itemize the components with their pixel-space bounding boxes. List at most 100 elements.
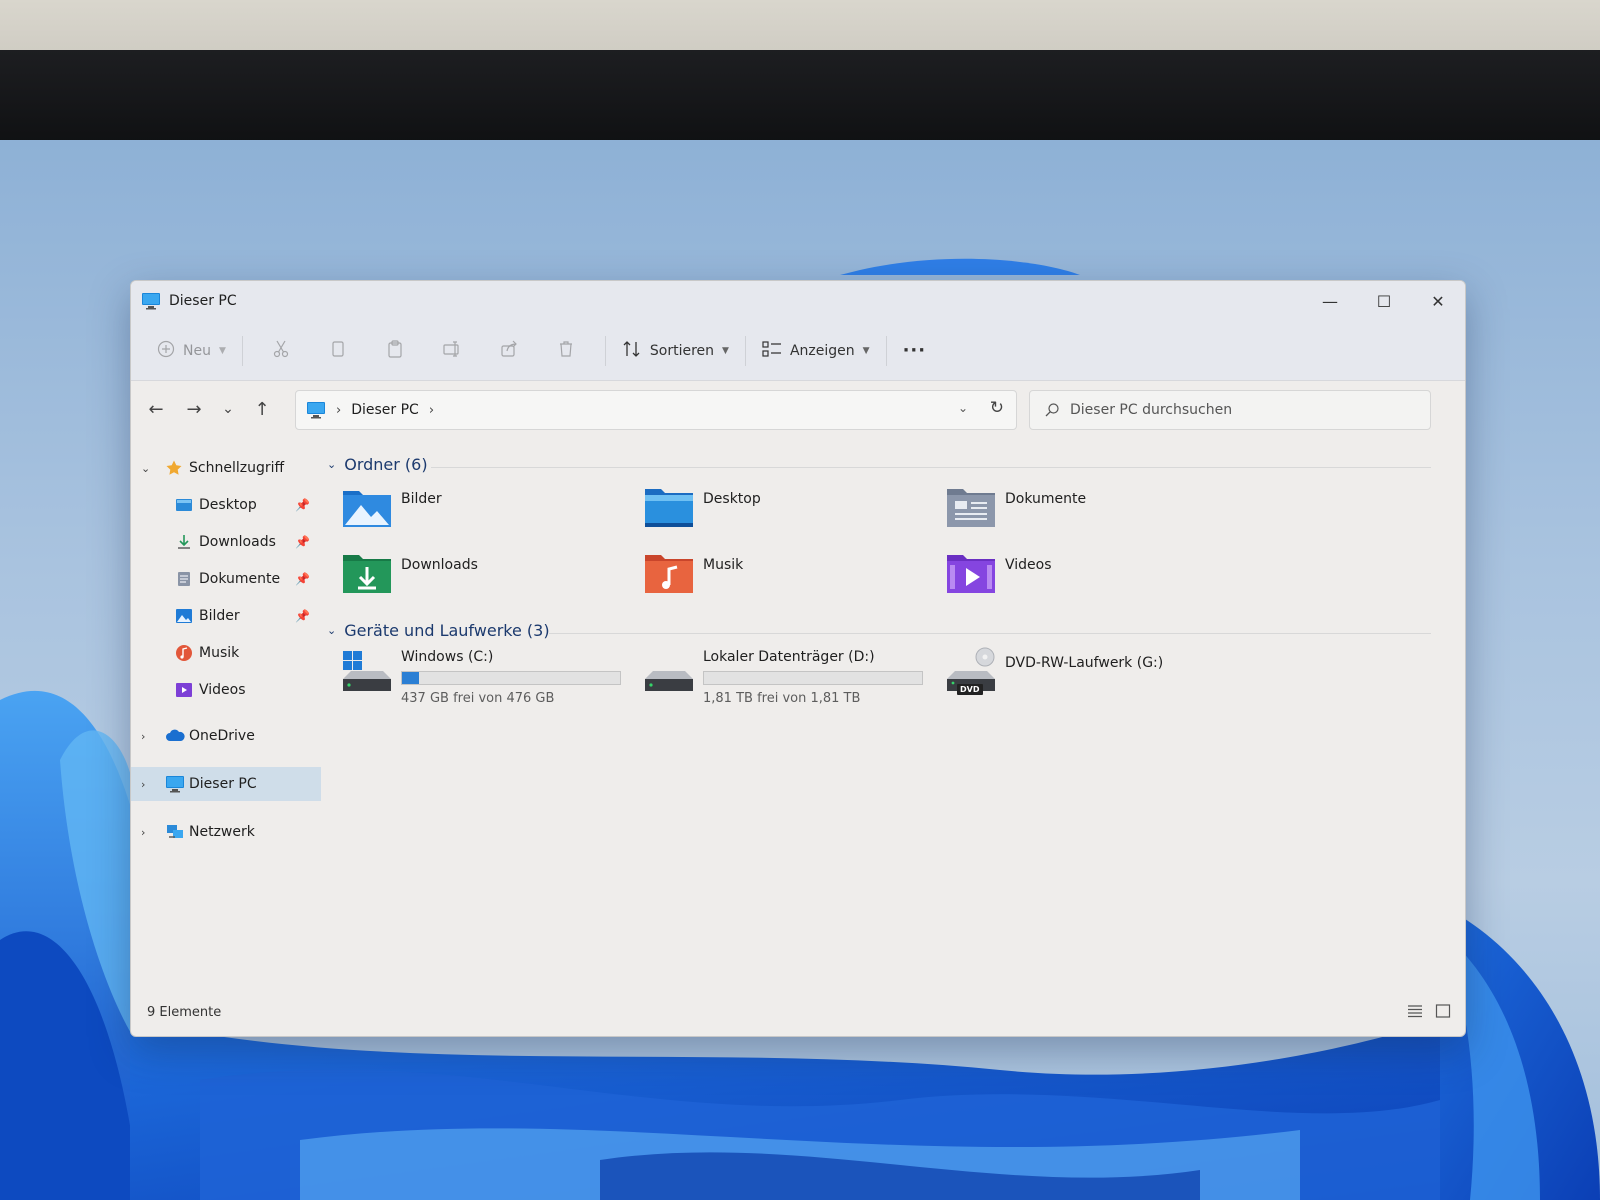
sidebar-item-downloads[interactable]: Downloads 📌 <box>131 525 321 559</box>
paste-button[interactable] <box>367 333 424 369</box>
drive-tile-d[interactable]: Lokaler Datenträger (D:) 1,81 TB frei vo… <box>643 647 939 717</box>
divider <box>744 335 746 366</box>
chevron-down-icon[interactable]: ⌄ <box>141 462 150 475</box>
up-button[interactable]: ↑ <box>243 391 281 427</box>
chevron-down-icon: ⌄ <box>327 624 337 637</box>
this-pc-icon <box>165 775 184 793</box>
folder-tile-music[interactable]: Musik <box>643 551 939 613</box>
document-icon <box>175 570 193 588</box>
drive-tile-g[interactable]: DVD DVD-RW-Laufwerk (G:) <box>945 647 1241 717</box>
sidebar-item-desktop[interactable]: Desktop 📌 <box>131 488 321 522</box>
drive-name: DVD-RW-Laufwerk (G:) <box>1005 655 1164 671</box>
recent-locations-button[interactable]: ⌄ <box>213 391 243 427</box>
divider <box>885 335 887 366</box>
cut-button[interactable] <box>253 333 310 369</box>
sidebar-item-music[interactable]: Musik <box>131 636 321 670</box>
close-button[interactable]: ✕ <box>1411 281 1465 321</box>
sidebar-item-network[interactable]: › Netzwerk <box>131 815 321 849</box>
search-icon <box>1044 402 1060 418</box>
divider <box>604 335 606 366</box>
explorer-window: Dieser PC — ☐ ✕ Neu ▼ Sortieren ▼ Anzeig… <box>130 280 1466 1037</box>
share-icon <box>499 339 519 363</box>
folder-tile-desktop[interactable]: Desktop <box>643 485 939 547</box>
address-history-dropdown-icon[interactable]: ⌄ <box>958 401 968 415</box>
divider <box>241 335 243 366</box>
this-pc-icon <box>306 401 326 419</box>
delete-button[interactable] <box>538 333 595 369</box>
view-button[interactable]: Anzeigen ▼ <box>756 333 876 369</box>
system-drive-icon <box>341 647 393 697</box>
pin-icon: 📌 <box>295 535 310 549</box>
folders-group-header[interactable]: ⌄ Ordner (6) <box>327 455 428 474</box>
folder-name: Bilder <box>401 491 442 507</box>
chevron-right-icon[interactable]: › <box>141 778 145 791</box>
share-button[interactable] <box>481 333 538 369</box>
tiles-view-icon[interactable] <box>1435 1003 1451 1019</box>
chevron-right-icon[interactable]: › <box>141 730 145 743</box>
sidebar-item-label: Bilder <box>199 608 240 624</box>
view-toggle <box>1407 1003 1451 1019</box>
title-bar: Dieser PC — ☐ ✕ <box>131 281 1465 321</box>
network-icon <box>165 823 183 841</box>
sidebar-item-label: Schnellzugriff <box>189 460 285 476</box>
folder-name: Musik <box>703 557 744 573</box>
dvd-label: DVD <box>960 685 980 694</box>
chevron-down-icon: ▼ <box>722 345 729 356</box>
maximize-button[interactable]: ☐ <box>1357 281 1411 321</box>
sidebar-item-pictures[interactable]: Bilder 📌 <box>131 599 321 633</box>
monitor-bezel <box>0 50 1600 142</box>
wall-background <box>0 0 1600 56</box>
folders-group-title: Ordner (6) <box>344 455 428 474</box>
forward-button[interactable]: → <box>175 391 213 427</box>
copy-icon <box>328 339 348 363</box>
chevron-down-icon: ▼ <box>862 345 870 356</box>
music-folder-icon <box>643 551 695 595</box>
trash-icon <box>556 339 576 363</box>
sidebar-item-label: OneDrive <box>189 728 255 744</box>
minimize-button[interactable]: — <box>1303 281 1357 321</box>
drive-tile-c[interactable]: Windows (C:) 437 GB frei von 476 GB <box>341 647 637 717</box>
sidebar-item-onedrive[interactable]: › OneDrive <box>131 719 321 753</box>
breadcrumb-separator-icon[interactable]: › <box>429 403 434 418</box>
sidebar-item-label: Dieser PC <box>189 776 257 792</box>
rename-button[interactable] <box>424 333 481 369</box>
sidebar-item-this-pc[interactable]: › Dieser PC <box>131 767 321 801</box>
sort-button[interactable]: Sortieren ▼ <box>616 333 735 369</box>
chevron-down-icon: ⌄ <box>222 401 234 417</box>
sidebar-item-label: Downloads <box>199 534 276 550</box>
clipboard-icon <box>385 339 405 363</box>
refresh-button[interactable]: ↻ <box>990 398 1004 418</box>
search-input[interactable] <box>1070 402 1410 418</box>
desktop-folder-icon <box>643 485 695 529</box>
more-icon: ··· <box>902 340 927 361</box>
folder-tile-pictures[interactable]: Bilder <box>341 485 637 547</box>
breadcrumb-separator-icon: › <box>336 402 342 418</box>
sidebar-item-documents[interactable]: Dokumente 📌 <box>131 562 321 596</box>
sidebar-item-quick-access[interactable]: ⌄ Schnellzugriff <box>131 451 321 485</box>
breadcrumb-this-pc[interactable]: Dieser PC <box>351 402 419 418</box>
pin-icon: 📌 <box>295 609 310 623</box>
more-options-button[interactable]: ··· <box>897 333 933 369</box>
copy-button[interactable] <box>310 333 367 369</box>
arrow-up-icon: ↑ <box>254 398 270 420</box>
drives-group-header[interactable]: ⌄ Geräte und Laufwerke (3) <box>327 621 550 640</box>
rename-icon <box>442 339 462 363</box>
star-icon <box>165 459 183 477</box>
arrow-left-icon: ← <box>148 398 164 420</box>
drive-name: Windows (C:) <box>401 649 494 665</box>
back-button[interactable]: ← <box>137 391 175 427</box>
sidebar-item-videos[interactable]: Videos <box>131 673 321 707</box>
folder-tile-videos[interactable]: Videos <box>945 551 1241 613</box>
folder-tile-downloads[interactable]: Downloads <box>341 551 637 613</box>
folder-tile-documents[interactable]: Dokumente <box>945 485 1241 547</box>
details-view-icon[interactable] <box>1407 1003 1423 1019</box>
new-button[interactable]: Neu ▼ <box>151 333 232 369</box>
address-bar[interactable]: › Dieser PC › ⌄ ↻ <box>295 390 1017 430</box>
this-pc-icon <box>141 292 161 310</box>
group-divider <box>549 633 1431 634</box>
sidebar-item-label: Netzwerk <box>189 824 255 840</box>
chevron-right-icon[interactable]: › <box>141 826 145 839</box>
window-controls: — ☐ ✕ <box>1303 281 1465 321</box>
hard-drive-icon <box>643 647 695 697</box>
chevron-down-icon: ⌄ <box>327 458 337 471</box>
